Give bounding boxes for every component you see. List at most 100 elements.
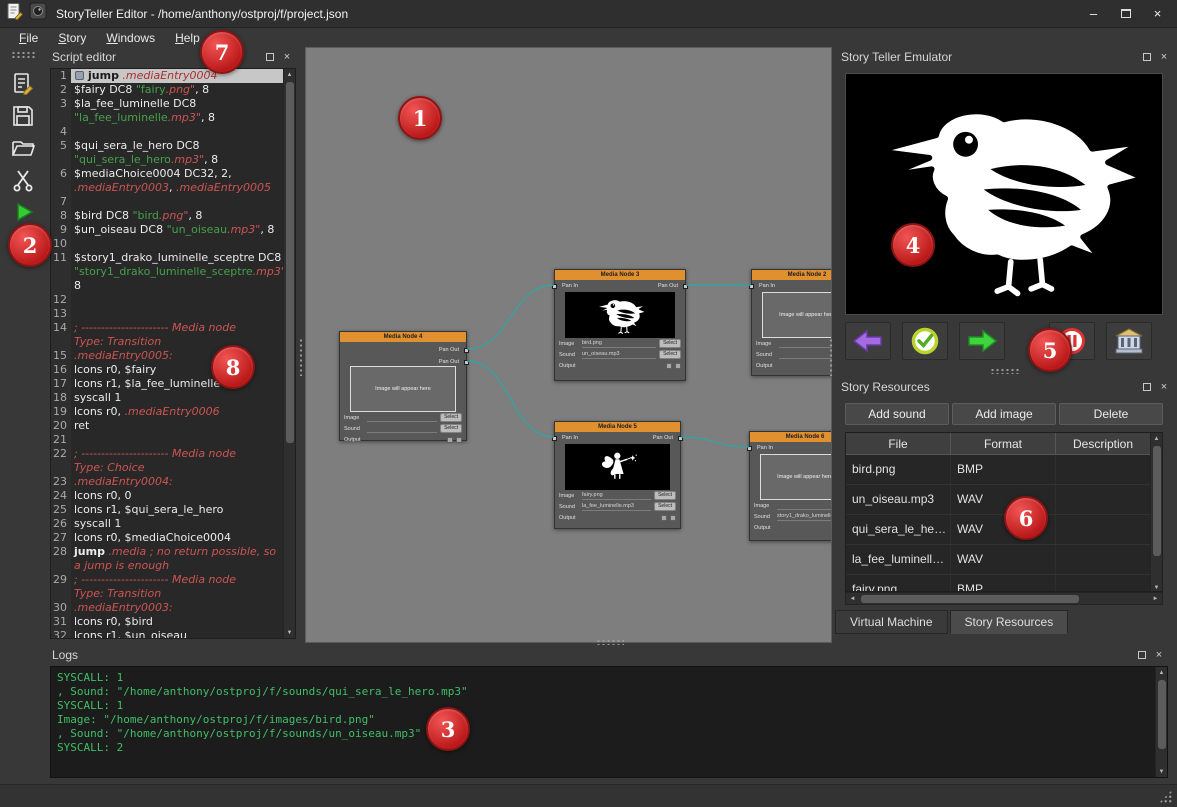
script-line[interactable]: 23.mediaEntry0004: — [51, 475, 283, 489]
resize-grip[interactable] — [1159, 790, 1172, 803]
select-button[interactable]: Select — [659, 339, 681, 348]
table-row[interactable]: fairy.pngBMP — [846, 575, 1162, 592]
script-line[interactable]: 13 — [51, 307, 283, 321]
accept-button[interactable] — [902, 322, 948, 360]
script-line[interactable]: 1jump .mediaEntry0004 — [51, 69, 283, 83]
float-panel-button[interactable] — [1140, 50, 1154, 64]
tab-story-resources[interactable]: Story Resources — [950, 610, 1069, 634]
script-line[interactable]: 27lcons r0, $mediaChoice0004 — [51, 531, 283, 545]
output-icon[interactable] — [670, 515, 676, 521]
scroll-down-icon[interactable]: ▼ — [1154, 582, 1160, 592]
script-line[interactable]: Type: Choice — [51, 461, 283, 475]
save-button[interactable] — [7, 101, 39, 131]
column-header[interactable]: Description — [1056, 433, 1151, 454]
output-icon[interactable] — [661, 515, 667, 521]
delete-button[interactable]: Delete — [1059, 403, 1163, 425]
titlebar[interactable]: StoryTeller Editor - /home/anthony/ostpr… — [0, 0, 1177, 28]
script-line[interactable]: 25lcons r1, $qui_sera_le_hero — [51, 503, 283, 517]
menu-windows[interactable]: Windows — [97, 30, 164, 46]
script-line[interactable]: 8$bird DC8 "bird.png", 8 — [51, 209, 283, 223]
graph-node[interactable]: Media Node 2Pan InImage will appear here… — [751, 269, 832, 376]
node-port[interactable] — [552, 284, 557, 289]
table-row[interactable]: la_fee_luminelle.mp3WAV — [846, 545, 1162, 575]
script-line[interactable]: 18syscall 1 — [51, 391, 283, 405]
select-button[interactable]: Select — [440, 413, 462, 422]
menu-story[interactable]: Story — [49, 30, 95, 46]
maximize-button[interactable] — [1112, 3, 1139, 24]
script-line[interactable]: 28jump .media ; no return possible, so a… — [51, 545, 283, 573]
script-line[interactable]: 3$la_fee_luminelle DC8 "la_fee_luminelle… — [51, 97, 283, 125]
forward-button[interactable] — [959, 322, 1005, 360]
node-graph-canvas[interactable]: Media Node 4Pan OutPan OutImage will app… — [305, 47, 832, 643]
select-button[interactable]: Select — [659, 350, 681, 359]
script-line[interactable]: 5$qui_sera_le_hero DC8 "qui_sera_le_hero… — [51, 139, 283, 167]
float-panel-button[interactable] — [263, 50, 277, 64]
tab-virtual-machine[interactable]: Virtual Machine — [835, 610, 948, 634]
graph-node[interactable]: Media Node 6Pan InImage will appear here… — [749, 431, 832, 541]
script-line[interactable]: 9$un_oiseau DC8 "un_oiseau.mp3", 8 — [51, 223, 283, 237]
script-line[interactable]: 7 — [51, 195, 283, 209]
output-icon[interactable] — [666, 363, 672, 369]
script-line[interactable]: 21 — [51, 433, 283, 447]
script-editor-scrollbar[interactable]: ▲ ▼ — [283, 69, 295, 638]
select-button[interactable]: Select — [654, 502, 676, 511]
float-panel-button[interactable] — [1135, 648, 1149, 662]
scroll-up-icon[interactable]: ▲ — [287, 69, 293, 80]
toolbar-drag-handle[interactable] — [11, 51, 35, 59]
graph-node[interactable]: Media Node 5Pan InPan OutImagefairy.pngS… — [554, 421, 681, 529]
script-line[interactable]: 4 — [51, 125, 283, 139]
output-icon[interactable] — [456, 437, 462, 443]
script-editor[interactable]: 1jump .mediaEntry00042$fairy DC8 "fairy.… — [50, 68, 296, 639]
script-line[interactable]: 10 — [51, 237, 283, 251]
splitter-handle[interactable] — [829, 338, 834, 376]
node-port[interactable] — [683, 284, 688, 289]
float-panel-button[interactable] — [1140, 380, 1154, 394]
graph-node[interactable]: Media Node 4Pan OutPan OutImage will app… — [339, 331, 467, 441]
logs-scrollbar[interactable]: ▲ ▼ — [1155, 667, 1167, 777]
splitter-handle[interactable] — [299, 338, 304, 376]
output-icon[interactable] — [675, 363, 681, 369]
node-port[interactable] — [749, 284, 754, 289]
node-port[interactable] — [678, 436, 683, 441]
output-icon[interactable] — [447, 437, 453, 443]
scroll-down-icon[interactable]: ▼ — [1159, 766, 1165, 777]
script-line[interactable]: 14; ---------------------- Media node — [51, 321, 283, 335]
script-line[interactable]: 30.mediaEntry0003: — [51, 601, 283, 615]
script-line[interactable]: 20ret — [51, 419, 283, 433]
script-line[interactable]: 19lcons r0, .mediaEntry0006 — [51, 405, 283, 419]
script-line[interactable]: Type: Transition — [51, 587, 283, 601]
scroll-right-icon[interactable]: ► — [1149, 593, 1162, 604]
minimize-button[interactable]: – — [1080, 3, 1107, 24]
script-line[interactable]: 12 — [51, 293, 283, 307]
add-sound-button[interactable]: Add sound — [845, 403, 949, 425]
node-port[interactable] — [464, 348, 469, 353]
select-button[interactable]: Select — [440, 424, 462, 433]
script-line[interactable]: 32lcons r1, $un_oiseau — [51, 629, 283, 638]
scroll-up-icon[interactable]: ▲ — [1154, 433, 1160, 444]
home-button[interactable] — [1106, 322, 1152, 360]
close-panel-button[interactable]: × — [1152, 648, 1166, 662]
close-panel-button[interactable]: × — [1157, 50, 1171, 64]
cut-button[interactable] — [7, 165, 39, 195]
select-button[interactable]: Select — [654, 491, 676, 500]
close-panel-button[interactable]: × — [280, 50, 294, 64]
logs-output[interactable]: SYSCALL: 1, Sound: "/home/anthony/ostpro… — [50, 666, 1168, 778]
add-image-button[interactable]: Add image — [952, 403, 1056, 425]
close-button[interactable]: × — [1144, 3, 1171, 24]
close-panel-button[interactable]: × — [1157, 380, 1171, 394]
column-header[interactable]: Format — [951, 433, 1056, 454]
menu-file[interactable]: File — [10, 30, 47, 46]
script-line[interactable]: 22; ---------------------- Media node — [51, 447, 283, 461]
scroll-up-icon[interactable]: ▲ — [1159, 667, 1165, 678]
table-hscrollbar[interactable]: ◄ ► — [845, 592, 1163, 605]
open-button[interactable] — [7, 133, 39, 163]
column-header[interactable]: File — [846, 433, 951, 454]
back-button[interactable] — [845, 322, 891, 360]
graph-node[interactable]: Media Node 3Pan InPan OutImagebird.pngSe… — [554, 269, 686, 381]
script-line[interactable]: 6$mediaChoice0004 DC32, 2, .mediaEntry00… — [51, 167, 283, 195]
node-port[interactable] — [464, 360, 469, 365]
new-script-button[interactable] — [7, 69, 39, 99]
script-line[interactable]: 24lcons r0, 0 — [51, 489, 283, 503]
script-line[interactable]: 26syscall 1 — [51, 517, 283, 531]
table-row[interactable]: bird.pngBMP — [846, 455, 1162, 485]
